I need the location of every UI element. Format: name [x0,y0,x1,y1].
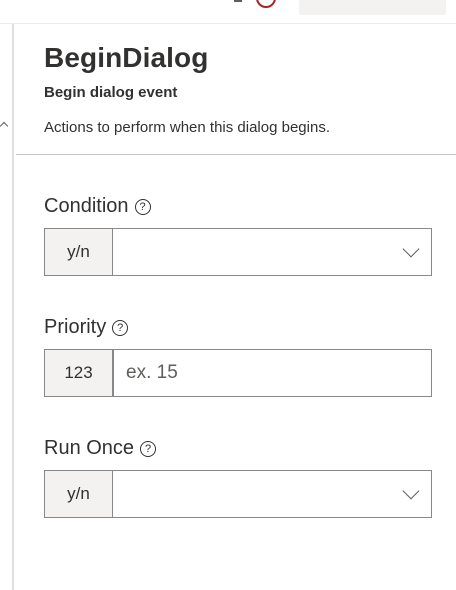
page-description: Actions to perform when this dialog begi… [44,119,330,136]
question-circle-icon[interactable]: ? [140,440,157,457]
toolbar-divider [234,0,242,2]
run-once-type-tag[interactable]: y/n [44,470,113,518]
condition-dropdown[interactable] [112,228,432,276]
priority-type-tag[interactable]: 123 [44,349,113,397]
top-toolbar [0,0,456,24]
chevron-down-icon[interactable] [402,240,420,258]
condition-label-text: Condition [44,195,129,217]
priority-input-wrapper [113,349,432,397]
run-once-dropdown[interactable] [112,470,432,518]
toolbar-search-field[interactable] [299,0,446,15]
question-circle-icon[interactable]: ? [134,198,151,215]
page-subtitle: Begin dialog event [44,84,178,101]
question-circle-icon[interactable]: ? [112,319,129,336]
toolbar-circle-icon[interactable] [256,0,276,8]
priority-label-text: Priority [44,316,107,338]
priority-input[interactable] [113,349,432,397]
condition-label: Condition ? [44,195,151,218]
panel-resize-handle[interactable] [12,24,14,590]
chevron-down-icon[interactable] [402,482,420,500]
side-rail [0,24,12,590]
priority-label: Priority ? [44,316,129,339]
run-once-label-text: Run Once [44,437,135,459]
page-title: BeginDialog [44,42,209,73]
header-divider [16,154,456,155]
condition-type-tag[interactable]: y/n [44,228,113,276]
property-panel: BeginDialog Begin dialog event Actions t… [0,0,456,590]
run-once-label: Run Once ? [44,437,157,460]
